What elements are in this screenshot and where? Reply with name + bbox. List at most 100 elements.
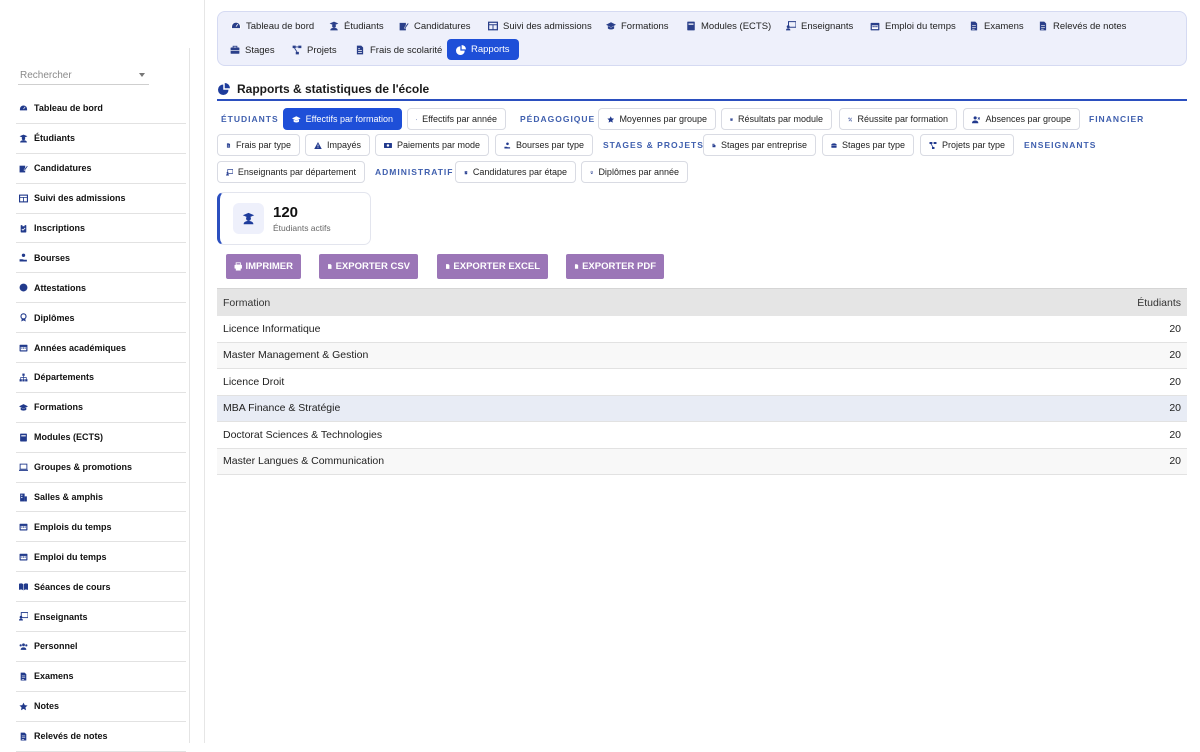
report-chip-impayes[interactable]: Impayés	[305, 134, 370, 156]
report-chip-label: Absences par groupe	[985, 114, 1071, 124]
nav-tab-candidatures[interactable]: Candidatures	[393, 15, 477, 37]
report-chip-frais-par-type[interactable]: Frais par type	[217, 134, 300, 156]
report-chip-candidatures-par-etape[interactable]: Candidatures par étape	[455, 161, 576, 183]
sidebar-item-candidatures[interactable]: Candidatures	[16, 154, 186, 184]
nav-tab-label: Tableau de bord	[246, 21, 314, 32]
nav-tab-suivi-des-admissions[interactable]: Suivi des admissions	[482, 15, 598, 37]
building-icon	[19, 493, 28, 502]
report-group-enseignants: ENSEIGNANTS	[1024, 134, 1096, 156]
file-icon	[969, 21, 979, 31]
imprimer-button[interactable]: IMPRIMER	[226, 254, 301, 279]
nav-tab-releves-de-notes[interactable]: Relevés de notes	[1032, 15, 1132, 37]
nav-tab-formations[interactable]: Formations	[600, 15, 675, 37]
nav-tab-examens[interactable]: Examens	[963, 15, 1030, 37]
sidebar-item-personnel[interactable]: Personnel	[16, 632, 186, 662]
sidebar-item-annees-academiques[interactable]: Années académiques	[16, 333, 186, 363]
calendar-icon	[19, 522, 28, 531]
column-header-etudiants[interactable]: Étudiants	[1137, 297, 1181, 309]
report-chip-projets-par-type[interactable]: Projets par type	[920, 134, 1014, 156]
chevron-down-icon[interactable]	[139, 73, 145, 77]
nav-tab-projets[interactable]: Projets	[286, 39, 343, 61]
sidebar-item-modules-ects[interactable]: Modules (ECTS)	[16, 423, 186, 453]
nav-tab-enseignants[interactable]: Enseignants	[780, 15, 859, 37]
sidebar-item-bourses[interactable]: Bourses	[16, 243, 186, 273]
invoice-icon	[355, 45, 365, 55]
nav-tab-etudiants[interactable]: Étudiants	[323, 15, 390, 37]
report-group-stages-projets: STAGES & PROJETS	[603, 134, 704, 156]
sidebar-item-notes[interactable]: Notes	[16, 692, 186, 722]
sidebar-item-inscriptions[interactable]: Inscriptions	[16, 214, 186, 244]
sidebar-item-departements[interactable]: Départements	[16, 363, 186, 393]
sidebar-item-etudiants[interactable]: Étudiants	[16, 124, 186, 154]
book-icon	[730, 115, 733, 124]
nav-tab-label: Candidatures	[414, 21, 471, 32]
report-chip-reussite-par-formation[interactable]: Réussite par formation	[839, 108, 957, 130]
nav-tab-rapports[interactable]: Rapports	[447, 39, 519, 60]
report-chip-label: Candidatures par étape	[473, 167, 567, 177]
table-row[interactable]: Licence Informatique20	[217, 316, 1187, 343]
report-chip-stages-par-type[interactable]: Stages par type	[822, 134, 914, 156]
sidebar-item-label: Suivi des admissions	[34, 193, 126, 203]
sidebar-item-seances-de-cours[interactable]: Séances de cours	[16, 572, 186, 602]
column-header-formation[interactable]: Formation	[223, 297, 270, 309]
report-chip-effectifs-par-formation[interactable]: Effectifs par formation	[283, 108, 402, 130]
cell-formation: MBA Finance & Stratégie	[223, 402, 340, 414]
nav-tab-stages[interactable]: Stages	[224, 39, 281, 61]
sidebar-item-releves-de-notes[interactable]: Relevés de notes	[16, 722, 186, 752]
cell-formation: Master Langues & Communication	[223, 455, 384, 467]
report-chip-enseignants-par-departement[interactable]: Enseignants par département	[217, 161, 365, 183]
report-chip-paiements-par-mode[interactable]: Paiements par mode	[375, 134, 489, 156]
nav-tab-frais-de-scolarite[interactable]: Frais de scolarité	[349, 39, 448, 61]
sidebar-divider	[189, 48, 190, 743]
report-chip-effectifs-par-annee[interactable]: Effectifs par année	[407, 108, 506, 130]
report-chip-label: Frais par type	[236, 140, 291, 150]
sidebar-item-emploi-du-temps[interactable]: Emploi du temps	[16, 542, 186, 572]
exporter-excel-button[interactable]: EXPORTER EXCEL	[437, 254, 548, 279]
sidebar-item-label: Candidatures	[34, 163, 92, 173]
report-group-pedagogique: PÉDAGOGIQUE	[520, 108, 595, 130]
user-x-icon	[972, 115, 980, 124]
report-chip-stages-par-entreprise[interactable]: Stages par entreprise	[703, 134, 816, 156]
sidebar-item-examens[interactable]: Examens	[16, 662, 186, 692]
sidebar-item-suivi-des-admissions[interactable]: Suivi des admissions	[16, 184, 186, 214]
report-chip-bourses-par-type[interactable]: Bourses par type	[495, 134, 593, 156]
sidebar-item-enseignants[interactable]: Enseignants	[16, 602, 186, 632]
nav-tab-modules-ects[interactable]: Modules (ECTS)	[680, 15, 777, 37]
sidebar: Rechercher Tableau de bordÉtudiants Candi…	[0, 0, 205, 743]
report-chip-label: Paiements par mode	[397, 140, 480, 150]
star-icon	[607, 115, 614, 124]
cell-etudiants: 20	[1169, 349, 1181, 361]
pie-chart-icon	[218, 83, 230, 95]
nav-tab-tableau-de-bord[interactable]: Tableau de bord	[225, 15, 320, 37]
report-chip-resultats-par-module[interactable]: Résultats par module	[721, 108, 832, 130]
report-chip-label: Impayés	[327, 140, 361, 150]
book-icon	[686, 21, 696, 31]
layers-icon	[416, 115, 417, 124]
exporter-pdf-button[interactable]: EXPORTER PDF	[566, 254, 664, 279]
report-chip-absences-par-groupe[interactable]: Absences par groupe	[963, 108, 1080, 130]
sidebar-item-salles-amphis[interactable]: Salles & amphis	[16, 483, 186, 513]
table-row[interactable]: Licence Droit20	[217, 369, 1187, 396]
users-icon	[19, 642, 28, 651]
cell-etudiants: 20	[1169, 402, 1181, 414]
nav-tab-emploi-du-temps[interactable]: Emploi du temps	[864, 15, 962, 37]
sidebar-item-diplomes[interactable]: Diplômes	[16, 303, 186, 333]
search-select[interactable]: Rechercher	[18, 67, 149, 85]
cell-etudiants: 20	[1169, 429, 1181, 441]
table-icon	[19, 194, 28, 203]
teacher-icon	[19, 612, 28, 621]
report-chip-moyennes-par-groupe[interactable]: Moyennes par groupe	[598, 108, 716, 130]
table-row[interactable]: Master Management & Gestion20	[217, 343, 1187, 370]
sidebar-item-label: Années académiques	[34, 343, 126, 353]
sidebar-item-formations[interactable]: Formations	[16, 393, 186, 423]
sidebar-item-emplois-du-temps[interactable]: Emplois du temps	[16, 512, 186, 542]
table-row[interactable]: Master Langues & Communication20	[217, 449, 1187, 476]
exporter-csv-button[interactable]: EXPORTER CSV	[319, 254, 418, 279]
sidebar-item-tableau-de-bord[interactable]: Tableau de bord	[16, 94, 186, 124]
table-row[interactable]: MBA Finance & Stratégie 20	[217, 396, 1187, 423]
sidebar-item-groupes-promotions[interactable]: Groupes & promotions	[16, 453, 186, 483]
report-chip-diplomes-par-annee[interactable]: Diplômes par année	[581, 161, 688, 183]
sidebar-item-attestations[interactable]: Attestations	[16, 273, 186, 303]
dashboard-icon	[231, 21, 241, 31]
table-row[interactable]: Doctorat Sciences & Technologies20	[217, 422, 1187, 449]
